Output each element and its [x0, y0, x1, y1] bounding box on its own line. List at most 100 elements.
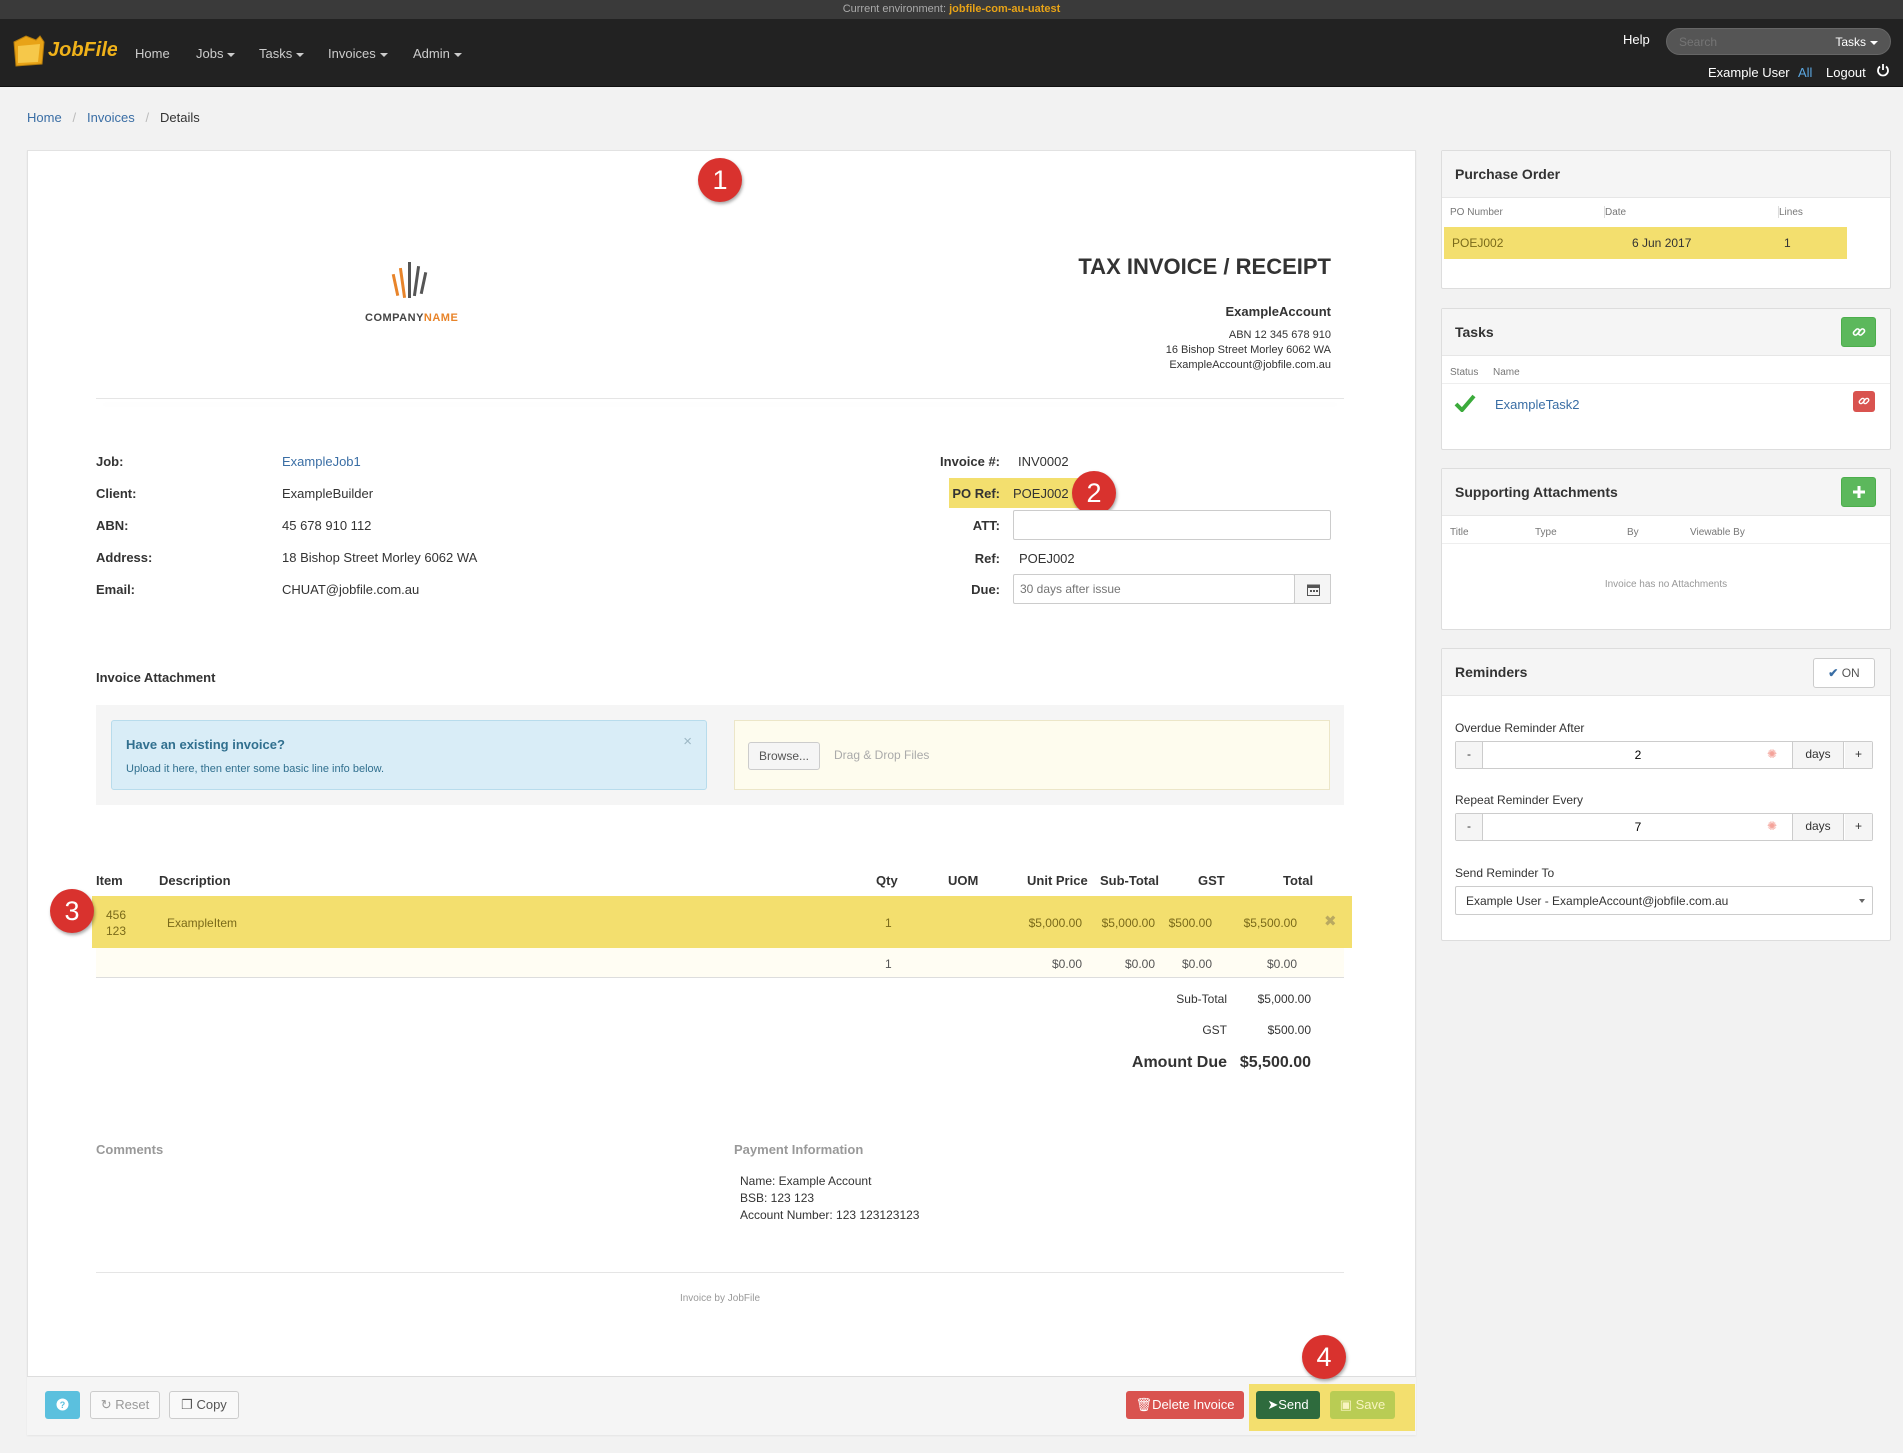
unlink-task-button[interactable] [1853, 391, 1875, 412]
reminders-toggle[interactable]: ✔ ON [1813, 658, 1875, 688]
invoice-number-value: INV0002 [1018, 454, 1069, 469]
copy-button[interactable]: ❐ Copy [169, 1391, 239, 1419]
repeat-input[interactable] [1484, 815, 1792, 839]
purchase-order-panel: Purchase Order PO Number Date Lines POEJ… [1441, 150, 1891, 289]
att-col-title[interactable]: Title [1450, 527, 1469, 538]
nav-admin[interactable]: Admin [413, 46, 462, 61]
browse-button[interactable]: Browse... [748, 742, 820, 770]
po-number[interactable]: POEJ002 [1452, 236, 1503, 250]
breadcrumb-home[interactable]: Home [27, 110, 62, 125]
line-qty[interactable]: 1 [885, 916, 892, 930]
po-lines: 1 [1784, 236, 1791, 250]
chevron-down-icon [1859, 899, 1865, 903]
trash-icon: 🗑 [1135, 1397, 1153, 1412]
account-address: 16 Bishop Street Morley 6062 WA [1165, 344, 1331, 356]
question-icon: ? [56, 1398, 69, 1411]
ref-value: POEJ002 [1019, 551, 1075, 566]
power-icon[interactable] [1876, 63, 1890, 80]
help-link[interactable]: Help [1623, 32, 1650, 47]
logout-link[interactable]: Logout [1826, 65, 1866, 80]
remove-line-icon[interactable]: ✖ [1324, 912, 1337, 930]
table-row[interactable]: 456 123 ExampleItem 1 $5,000.00 $5,000.0… [92, 896, 1352, 948]
po-col-lines[interactable]: Lines [1779, 207, 1803, 218]
user-name[interactable]: Example User [1708, 65, 1790, 80]
delete-label: Delete Invoice [1152, 1397, 1235, 1412]
reset-button[interactable]: ↻ Reset [90, 1391, 160, 1419]
gst-label: GST [1202, 1023, 1227, 1037]
invoice-attachment-heading: Invoice Attachment [96, 670, 216, 685]
repeat-decrement[interactable]: - [1456, 814, 1483, 840]
jobfile-logo[interactable]: JobFile [12, 30, 118, 70]
link-task-button[interactable] [1841, 317, 1876, 347]
po-ref-label: PO Ref: [952, 486, 1000, 501]
close-icon[interactable]: × [683, 733, 692, 750]
nav-home[interactable]: Home [135, 46, 170, 61]
footer-divider [96, 1272, 1344, 1273]
att-input[interactable] [1013, 510, 1331, 540]
repeat-stepper: - ✺ days + [1455, 813, 1873, 841]
nav-jobs[interactable]: Jobs [196, 46, 236, 61]
new-line-subtotal: $0.00 [1124, 957, 1155, 971]
tasks-col-status[interactable]: Status [1450, 367, 1478, 378]
company-logo [390, 258, 430, 305]
repeat-increment[interactable]: + [1845, 814, 1872, 840]
delete-invoice-button[interactable]: 🗑Delete Invoice [1126, 1391, 1244, 1419]
job-label: Job: [96, 454, 124, 469]
line-gst: $500.00 [1168, 916, 1212, 930]
caret-down-icon [453, 52, 462, 57]
plus-icon [1853, 486, 1865, 498]
search-scope-dropdown[interactable]: Tasks [1835, 35, 1878, 49]
company-name-part1: COMPANY [365, 312, 424, 324]
send-to-value: Example User - ExampleAccount@jobfile.co… [1466, 894, 1729, 908]
invoice-number-label: Invoice #: [940, 454, 1000, 469]
reminders-toggle-label: ON [1841, 666, 1860, 680]
save-button[interactable]: ▣ Save [1330, 1391, 1395, 1419]
dropzone[interactable]: Browse... Drag & Drop Files [734, 720, 1330, 790]
save-label: Save [1355, 1397, 1386, 1412]
col-uom: UOM [948, 873, 979, 888]
overdue-input[interactable] [1484, 743, 1792, 767]
po-col-date[interactable]: Date [1605, 207, 1626, 218]
line-unit-price[interactable]: $5,000.00 [1012, 916, 1082, 930]
caret-down-icon [227, 52, 236, 57]
table-row[interactable]: POEJ002 6 Jun 2017 1 [1444, 227, 1847, 259]
annotation-badge-3: 3 [50, 889, 94, 933]
search-input[interactable] [1679, 33, 1819, 51]
caret-down-icon [379, 52, 388, 57]
line-description[interactable]: ExampleItem [167, 916, 237, 930]
line-item-code2[interactable]: 123 [106, 924, 126, 938]
nav-invoices[interactable]: Invoices [328, 46, 388, 61]
all-link[interactable]: All [1798, 65, 1812, 80]
line-item-code[interactable]: 456 [106, 908, 126, 922]
table-row[interactable]: 1 $0.00 $0.00 $0.00 $0.00 [96, 948, 1344, 978]
payment-info-label: Payment Information [734, 1142, 864, 1157]
new-line-unit-price[interactable]: $0.00 [1012, 957, 1082, 971]
tasks-col-name[interactable]: Name [1493, 367, 1520, 378]
overdue-increment[interactable]: + [1845, 742, 1872, 768]
nav-tasks-label: Tasks [259, 46, 293, 61]
po-col-number[interactable]: PO Number [1450, 207, 1503, 218]
invoice-title: TAX INVOICE / RECEIPT [1078, 254, 1331, 279]
help-button[interactable]: ? [45, 1391, 80, 1419]
att-label: ATT: [972, 518, 1000, 533]
col-subtotal: Sub-Total [1100, 873, 1159, 888]
job-link[interactable]: ExampleJob1 [282, 454, 361, 469]
send-button[interactable]: ➤Send [1256, 1391, 1320, 1419]
att-col-by[interactable]: By [1627, 527, 1639, 538]
att-col-type[interactable]: Type [1535, 527, 1557, 538]
send-to-select[interactable]: Example User - ExampleAccount@jobfile.co… [1455, 886, 1873, 915]
add-attachment-button[interactable] [1841, 477, 1876, 507]
calendar-button[interactable] [1294, 574, 1331, 604]
due-input[interactable] [1013, 574, 1295, 604]
annotation-badge-2: 2 [1072, 471, 1116, 515]
reset-label: Reset [115, 1397, 150, 1412]
address-value: 18 Bishop Street Morley 6062 WA [282, 550, 478, 565]
annotation-badge-1: 1 [698, 158, 742, 202]
task-link[interactable]: ExampleTask2 [1495, 397, 1580, 412]
att-col-viewable-by[interactable]: Viewable By [1690, 527, 1745, 538]
nav-tasks[interactable]: Tasks [259, 46, 305, 61]
overdue-decrement[interactable]: - [1456, 742, 1483, 768]
new-line-qty[interactable]: 1 [885, 957, 892, 971]
client-label: Client: [96, 486, 137, 501]
breadcrumb-invoices[interactable]: Invoices [87, 110, 135, 125]
